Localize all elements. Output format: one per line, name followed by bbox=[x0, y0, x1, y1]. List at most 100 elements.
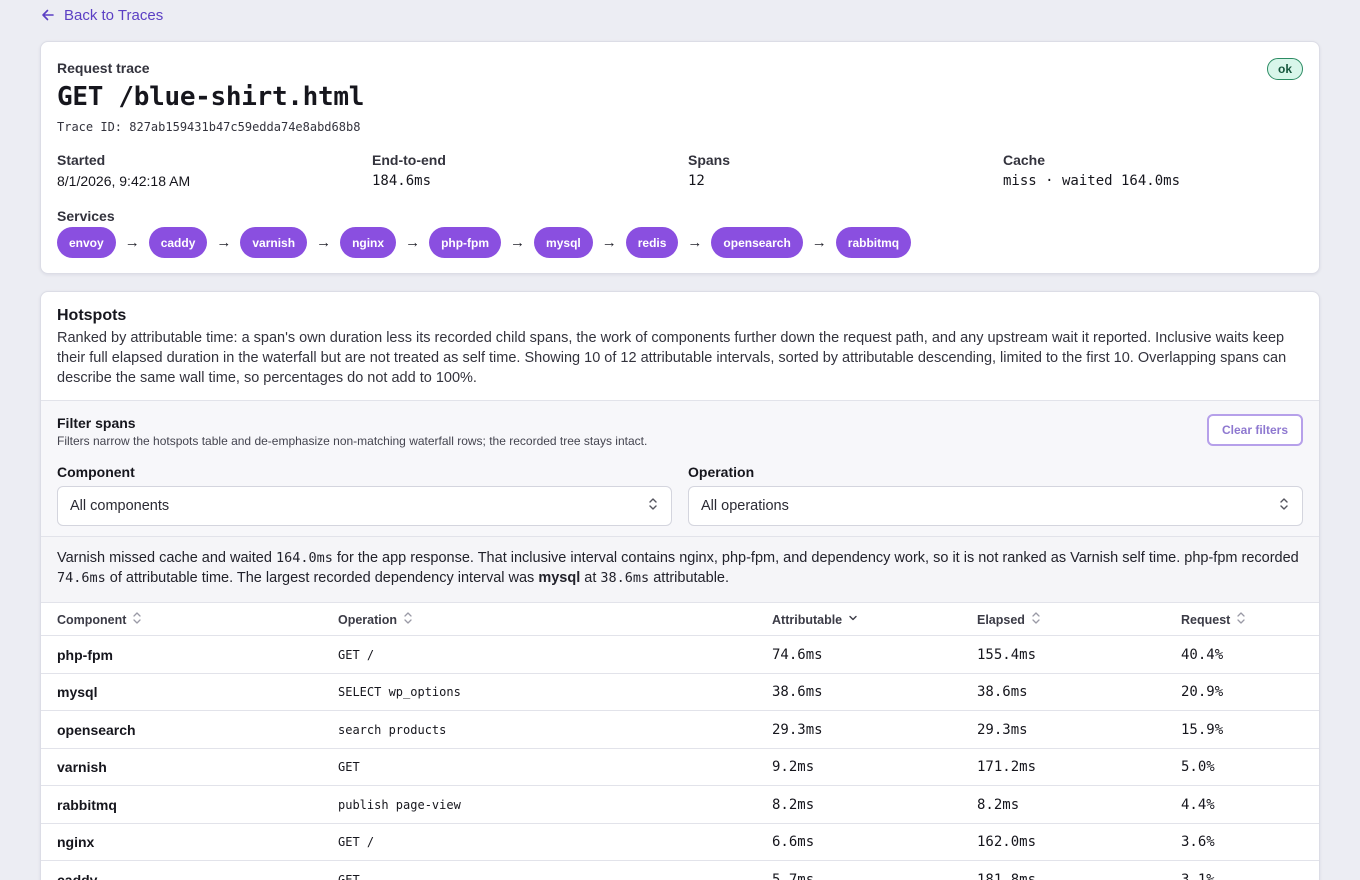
stat-label: End-to-end bbox=[372, 152, 446, 168]
page-title: GET /blue-shirt.html bbox=[57, 82, 365, 112]
hotspots-description: Ranked by attributable time: a span's ow… bbox=[57, 330, 1287, 386]
summary-text: attributable. bbox=[649, 570, 730, 586]
arrow-right-icon: → bbox=[124, 234, 140, 251]
cell-attributable: 8.2ms bbox=[772, 796, 815, 813]
summary-text: for the app response. That inclusive int… bbox=[332, 550, 1299, 566]
filter-title: Filter spans bbox=[57, 415, 136, 431]
cell-attributable: 74.6ms bbox=[772, 646, 823, 663]
operation-filter-label: Operation bbox=[688, 464, 755, 480]
chevron-up-down-icon bbox=[647, 496, 659, 516]
arrow-right-icon: → bbox=[687, 234, 703, 251]
column-label: Request bbox=[1181, 612, 1231, 627]
trace-id: Trace ID: 827ab159431b47c59edda74e8abd68… bbox=[57, 120, 361, 134]
service-pill-caddy[interactable]: caddy bbox=[148, 227, 208, 258]
cell-component: caddy bbox=[57, 871, 98, 880]
component-select-value: All components bbox=[70, 498, 170, 514]
stat-value: 12 bbox=[688, 173, 705, 189]
cell-component: rabbitmq bbox=[57, 796, 117, 813]
clear-filters-button[interactable]: Clear filters bbox=[1207, 414, 1303, 446]
column-header-operation[interactable]: Operation bbox=[338, 603, 413, 636]
cell-request: 3.1% bbox=[1181, 871, 1215, 880]
summary-component: mysql bbox=[538, 570, 581, 586]
table-row[interactable]: opensearch search products 29.3ms 29.3ms… bbox=[41, 711, 1319, 749]
status-badge: ok bbox=[1266, 58, 1303, 80]
service-pill-rabbitmq[interactable]: rabbitmq bbox=[835, 227, 912, 258]
filter-hint: Filters narrow the hotspots table and de… bbox=[57, 434, 648, 448]
stat-label: Started bbox=[57, 152, 106, 168]
service-pill-nginx[interactable]: nginx bbox=[340, 227, 397, 258]
component-select[interactable]: All components bbox=[57, 486, 672, 526]
cell-elapsed: 162.0ms bbox=[977, 834, 1037, 850]
table-row[interactable]: nginx GET / 6.6ms 162.0ms 3.6% bbox=[41, 824, 1319, 861]
cell-request: 3.6% bbox=[1181, 834, 1215, 850]
cell-operation: SELECT wp_options bbox=[338, 685, 461, 699]
summary-value: 74.6ms bbox=[57, 570, 106, 586]
cell-component: mysql bbox=[57, 684, 98, 700]
arrow-left-icon bbox=[40, 7, 56, 23]
hotspots-table: Component Operation Attributable Elapsed… bbox=[41, 603, 1319, 880]
arrow-right-icon: → bbox=[601, 234, 617, 251]
stat-value: miss · waited 164.0ms bbox=[1003, 173, 1181, 189]
cell-elapsed: 8.2ms bbox=[977, 796, 1020, 813]
operation-select[interactable]: All operations bbox=[688, 486, 1303, 526]
cell-operation: publish page-view bbox=[338, 797, 461, 812]
cell-request: 15.9% bbox=[1181, 721, 1224, 738]
arrow-right-icon: → bbox=[316, 234, 332, 251]
cell-attributable: 29.3ms bbox=[772, 721, 823, 738]
cell-request: 4.4% bbox=[1181, 796, 1215, 813]
cell-component: nginx bbox=[57, 834, 95, 850]
cell-operation: GET / bbox=[338, 647, 375, 662]
arrow-right-icon: → bbox=[811, 234, 827, 251]
service-pill-mysql[interactable]: mysql bbox=[534, 227, 593, 258]
services-label: Services bbox=[57, 208, 115, 224]
column-header-request[interactable]: Request bbox=[1181, 603, 1246, 636]
stat-started: Started 8/1/2026, 9:42:18 AM bbox=[57, 152, 190, 189]
stat-end-to-end: End-to-end 184.6ms bbox=[372, 152, 446, 189]
sort-icon bbox=[132, 611, 142, 628]
cell-operation: GET / bbox=[338, 835, 375, 849]
service-pill-opensearch[interactable]: opensearch bbox=[711, 227, 803, 258]
table-row[interactable]: varnish GET 9.2ms 171.2ms 5.0% bbox=[41, 749, 1319, 786]
cell-request: 20.9% bbox=[1181, 684, 1224, 700]
service-pill-envoy[interactable]: envoy bbox=[57, 227, 116, 258]
column-label: Elapsed bbox=[977, 612, 1025, 627]
stat-value: 8/1/2026, 9:42:18 AM bbox=[57, 173, 191, 189]
cell-operation: search products bbox=[338, 722, 447, 737]
stat-cache: Cache miss · waited 164.0ms bbox=[1003, 152, 1180, 189]
summary-text: at bbox=[580, 570, 601, 586]
cell-attributable: 5.7ms bbox=[772, 871, 815, 880]
back-to-traces-link[interactable]: Back to Traces bbox=[40, 5, 163, 25]
sort-icon bbox=[1236, 611, 1246, 628]
hotspot-summary: Varnish missed cache and waited 164.0ms … bbox=[41, 537, 1319, 603]
arrow-right-icon: → bbox=[510, 234, 526, 251]
service-pill-php-fpm[interactable]: php-fpm bbox=[429, 227, 502, 258]
summary-value: 164.0ms bbox=[275, 550, 333, 566]
hotspots-card: Hotspots Ranked by attributable time: a … bbox=[40, 291, 1320, 880]
stat-label: Spans bbox=[688, 152, 731, 168]
summary-value: 38.6ms bbox=[600, 570, 650, 586]
column-header-attributable[interactable]: Attributable bbox=[772, 603, 858, 636]
table-row[interactable]: caddy GET 5.7ms 181.8ms 3.1% bbox=[41, 861, 1319, 880]
arrow-right-icon: → bbox=[216, 234, 232, 251]
cell-attributable: 38.6ms bbox=[772, 684, 823, 700]
back-link-label: Back to Traces bbox=[64, 6, 164, 24]
cell-request: 5.0% bbox=[1181, 759, 1215, 775]
cell-request: 40.4% bbox=[1181, 646, 1224, 663]
sort-icon bbox=[403, 611, 413, 628]
column-header-component[interactable]: Component bbox=[57, 603, 142, 636]
cell-component: php-fpm bbox=[57, 646, 113, 663]
arrow-right-icon: → bbox=[405, 234, 421, 251]
request-trace-label: Request trace bbox=[57, 60, 150, 76]
table-row[interactable]: mysql SELECT wp_options 38.6ms 38.6ms 20… bbox=[41, 674, 1319, 711]
column-header-elapsed[interactable]: Elapsed bbox=[977, 603, 1041, 636]
service-pill-redis[interactable]: redis bbox=[625, 227, 679, 258]
table-row[interactable]: php-fpm GET / 74.6ms 155.4ms 40.4% bbox=[41, 636, 1319, 674]
cell-elapsed: 38.6ms bbox=[977, 684, 1028, 700]
trace-stats: Started 8/1/2026, 9:42:18 AM End-to-end … bbox=[57, 152, 1303, 198]
table-row[interactable]: rabbitmq publish page-view 8.2ms 8.2ms 4… bbox=[41, 786, 1319, 824]
hotspots-title: Hotspots bbox=[57, 307, 127, 324]
trace-header-card: Request trace GET /blue-shirt.html Trace… bbox=[40, 41, 1320, 274]
cell-operation: GET bbox=[338, 872, 360, 880]
cell-elapsed: 171.2ms bbox=[977, 759, 1037, 775]
service-pill-varnish[interactable]: varnish bbox=[240, 227, 308, 258]
